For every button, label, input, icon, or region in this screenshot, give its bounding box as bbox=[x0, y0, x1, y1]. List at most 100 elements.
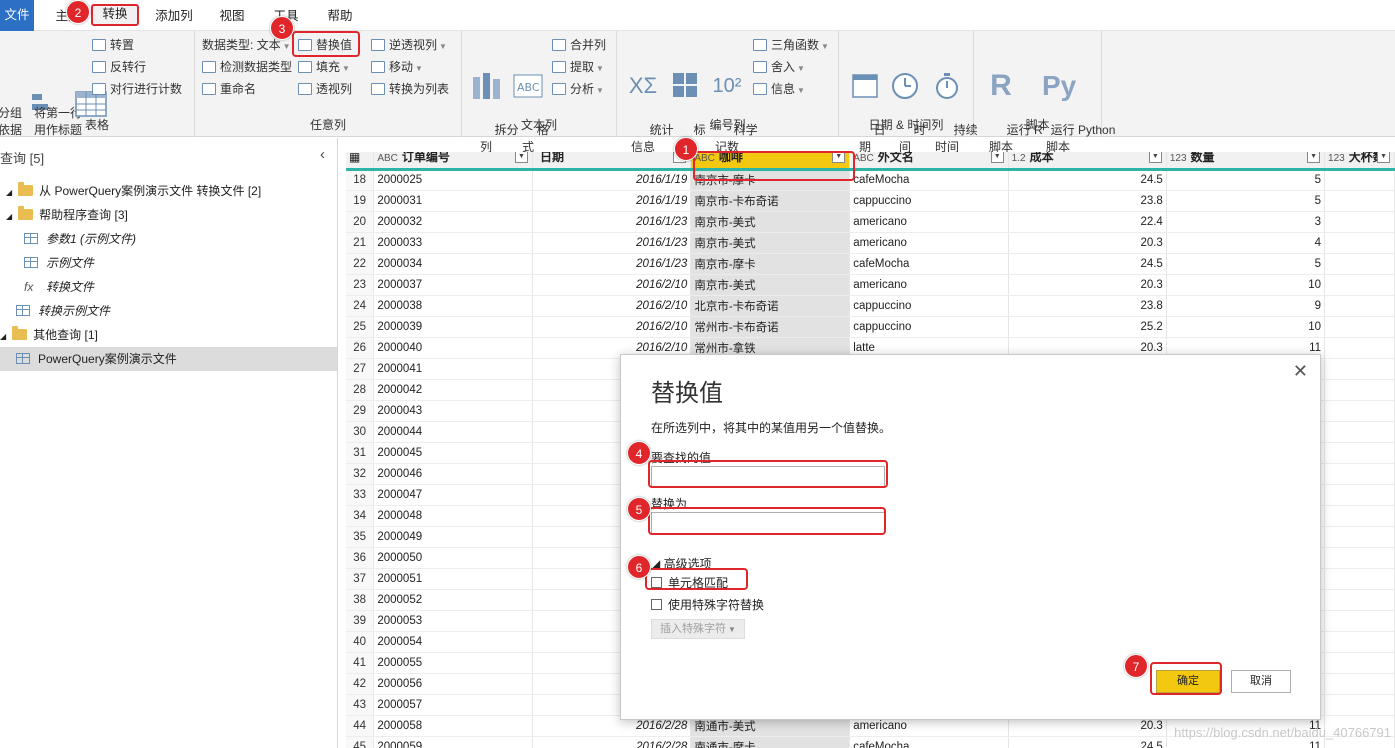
row-number[interactable]: 23 bbox=[346, 274, 375, 296]
table-cell[interactable] bbox=[1324, 421, 1395, 443]
table-cell[interactable]: 南京市-卡布奇诺 bbox=[690, 190, 851, 212]
table-cell[interactable]: 10 bbox=[1166, 316, 1326, 338]
table-cell[interactable]: 2000050 bbox=[373, 547, 534, 569]
table-cell[interactable]: 23.8 bbox=[1008, 295, 1167, 317]
filter-dropdown-icon[interactable]: ▼ bbox=[990, 152, 1004, 163]
convert-to-list-button[interactable]: 转换为列表 bbox=[371, 79, 449, 99]
tree-folder-other-queries[interactable]: ◢ 其他查询 [1] bbox=[0, 323, 337, 347]
row-number[interactable]: 19 bbox=[346, 190, 375, 212]
filter-dropdown-icon[interactable]: ▼ bbox=[1307, 152, 1321, 163]
table-cell[interactable] bbox=[1324, 379, 1395, 401]
table-cell[interactable]: 2016/2/28 bbox=[532, 736, 692, 748]
table-cell[interactable]: 南京市-美式 bbox=[690, 274, 851, 296]
table-cell[interactable]: 2000057 bbox=[373, 694, 534, 716]
column-header[interactable]: 123 大杯数 ▼ bbox=[1324, 152, 1395, 171]
table-cell[interactable]: cafeMocha bbox=[849, 253, 1009, 275]
table-cell[interactable]: americano bbox=[849, 211, 1009, 233]
table-cell[interactable]: 25.2 bbox=[1008, 316, 1167, 338]
table-cell[interactable]: 2000058 bbox=[373, 715, 534, 737]
table-cell[interactable]: 2000033 bbox=[373, 232, 534, 254]
table-cell[interactable] bbox=[1324, 484, 1395, 506]
table-cell[interactable] bbox=[1324, 547, 1395, 569]
table-cell[interactable]: 2016/1/23 bbox=[532, 253, 692, 275]
table-cell[interactable]: 2000055 bbox=[373, 652, 534, 674]
transpose-button[interactable]: 转置 bbox=[92, 35, 134, 55]
table-cell[interactable] bbox=[1324, 463, 1395, 485]
row-number[interactable]: 34 bbox=[346, 505, 375, 527]
row-number[interactable]: 18 bbox=[346, 169, 375, 191]
row-number[interactable]: 43 bbox=[346, 694, 375, 716]
table-cell[interactable]: cafeMocha bbox=[849, 736, 1009, 748]
row-number[interactable]: 30 bbox=[346, 421, 375, 443]
table-cell[interactable] bbox=[1324, 253, 1395, 275]
close-icon[interactable]: ✕ bbox=[1293, 361, 1308, 382]
table-cell[interactable]: 2000059 bbox=[373, 736, 534, 748]
table-cell[interactable] bbox=[1324, 400, 1395, 422]
ok-button[interactable]: 确定 bbox=[1156, 670, 1220, 693]
table-cell[interactable] bbox=[1324, 505, 1395, 527]
table-cell[interactable] bbox=[1324, 274, 1395, 296]
table-cell[interactable]: 2000032 bbox=[373, 211, 534, 233]
table-cell[interactable]: 2000044 bbox=[373, 421, 534, 443]
replace-with-input[interactable] bbox=[651, 512, 885, 534]
table-cell[interactable]: 2000052 bbox=[373, 589, 534, 611]
cancel-button[interactable]: 取消 bbox=[1231, 670, 1291, 693]
reverse-rows-button[interactable]: 反转行 bbox=[92, 57, 146, 77]
tab-view[interactable]: 视图 bbox=[212, 6, 252, 26]
row-number[interactable]: 38 bbox=[346, 589, 375, 611]
table-cell[interactable]: 2000053 bbox=[373, 610, 534, 632]
row-number[interactable]: 21 bbox=[346, 232, 375, 254]
table-cell[interactable] bbox=[1324, 169, 1395, 191]
table-cell[interactable]: 2000042 bbox=[373, 379, 534, 401]
tab-add-column[interactable]: 添加列 bbox=[150, 6, 198, 26]
collapse-panel-icon[interactable]: ‹ bbox=[320, 146, 325, 163]
table-cell[interactable]: 2016/2/10 bbox=[532, 274, 692, 296]
tab-help[interactable]: 帮助 bbox=[320, 6, 360, 26]
table-cell[interactable] bbox=[1324, 610, 1395, 632]
table-cell[interactable]: 2000034 bbox=[373, 253, 534, 275]
table-cell[interactable]: cappuccino bbox=[849, 295, 1009, 317]
table-cell[interactable]: 24.5 bbox=[1008, 169, 1167, 191]
column-header[interactable]: 123 数量 ▼ bbox=[1166, 152, 1326, 171]
row-number[interactable]: 29 bbox=[346, 400, 375, 422]
match-entire-cell-option[interactable]: 单元格匹配 bbox=[651, 574, 728, 591]
table-cell[interactable]: 2016/2/10 bbox=[532, 295, 692, 317]
row-number[interactable]: 24 bbox=[346, 295, 375, 317]
table-cell[interactable] bbox=[1324, 568, 1395, 590]
row-number[interactable]: 35 bbox=[346, 526, 375, 548]
unpivot-button[interactable]: 逆透视列 ▼ bbox=[371, 35, 447, 55]
special-characters-checkbox[interactable] bbox=[651, 599, 662, 610]
match-entire-cell-checkbox[interactable] bbox=[651, 577, 662, 588]
table-cell[interactable]: 2000037 bbox=[373, 274, 534, 296]
row-number[interactable]: 39 bbox=[346, 610, 375, 632]
row-number[interactable]: 20 bbox=[346, 211, 375, 233]
table-cell[interactable]: 南京市-摩卡 bbox=[690, 169, 851, 191]
table-cell[interactable] bbox=[1324, 526, 1395, 548]
row-number[interactable]: 26 bbox=[346, 337, 375, 359]
table-cell[interactable]: 9 bbox=[1166, 295, 1326, 317]
table-cell[interactable]: 5 bbox=[1166, 169, 1326, 191]
fill-button[interactable]: 填充 ▼ bbox=[298, 57, 350, 77]
table-cell[interactable]: 2016/1/23 bbox=[532, 211, 692, 233]
find-value-input[interactable] bbox=[651, 466, 885, 488]
column-header[interactable]: ABC 订单编号 ▼ bbox=[373, 152, 534, 171]
table-cell[interactable]: 2016/1/23 bbox=[532, 232, 692, 254]
column-header[interactable]: 日期▼ bbox=[532, 152, 692, 171]
table-cell[interactable]: 2016/1/19 bbox=[532, 169, 692, 191]
table-cell[interactable]: 20.3 bbox=[1008, 232, 1167, 254]
filter-dropdown-icon[interactable]: ▼ bbox=[515, 152, 529, 163]
tree-folder-transform-files[interactable]: ◢ 从 PowerQuery案例演示文件 转换文件 [2] bbox=[0, 179, 337, 203]
column-header[interactable]: ABC 咖啡 ▼ bbox=[690, 152, 851, 171]
row-number[interactable]: 31 bbox=[346, 442, 375, 464]
row-number[interactable]: 40 bbox=[346, 631, 375, 653]
table-cell[interactable]: 南京市-美式 bbox=[690, 232, 851, 254]
filter-dropdown-icon[interactable]: ▼ bbox=[1148, 152, 1162, 163]
table-cell[interactable]: 2000043 bbox=[373, 400, 534, 422]
table-cell[interactable] bbox=[1324, 232, 1395, 254]
table-cell[interactable]: 2016/2/10 bbox=[532, 316, 692, 338]
table-cell[interactable]: 2016/1/19 bbox=[532, 190, 692, 212]
filter-dropdown-icon[interactable]: ▼ bbox=[832, 152, 846, 163]
rounding-button[interactable]: 舍入 ▼ bbox=[753, 57, 805, 77]
table-cell[interactable]: 2000025 bbox=[373, 169, 534, 191]
table-cell[interactable] bbox=[1324, 316, 1395, 338]
